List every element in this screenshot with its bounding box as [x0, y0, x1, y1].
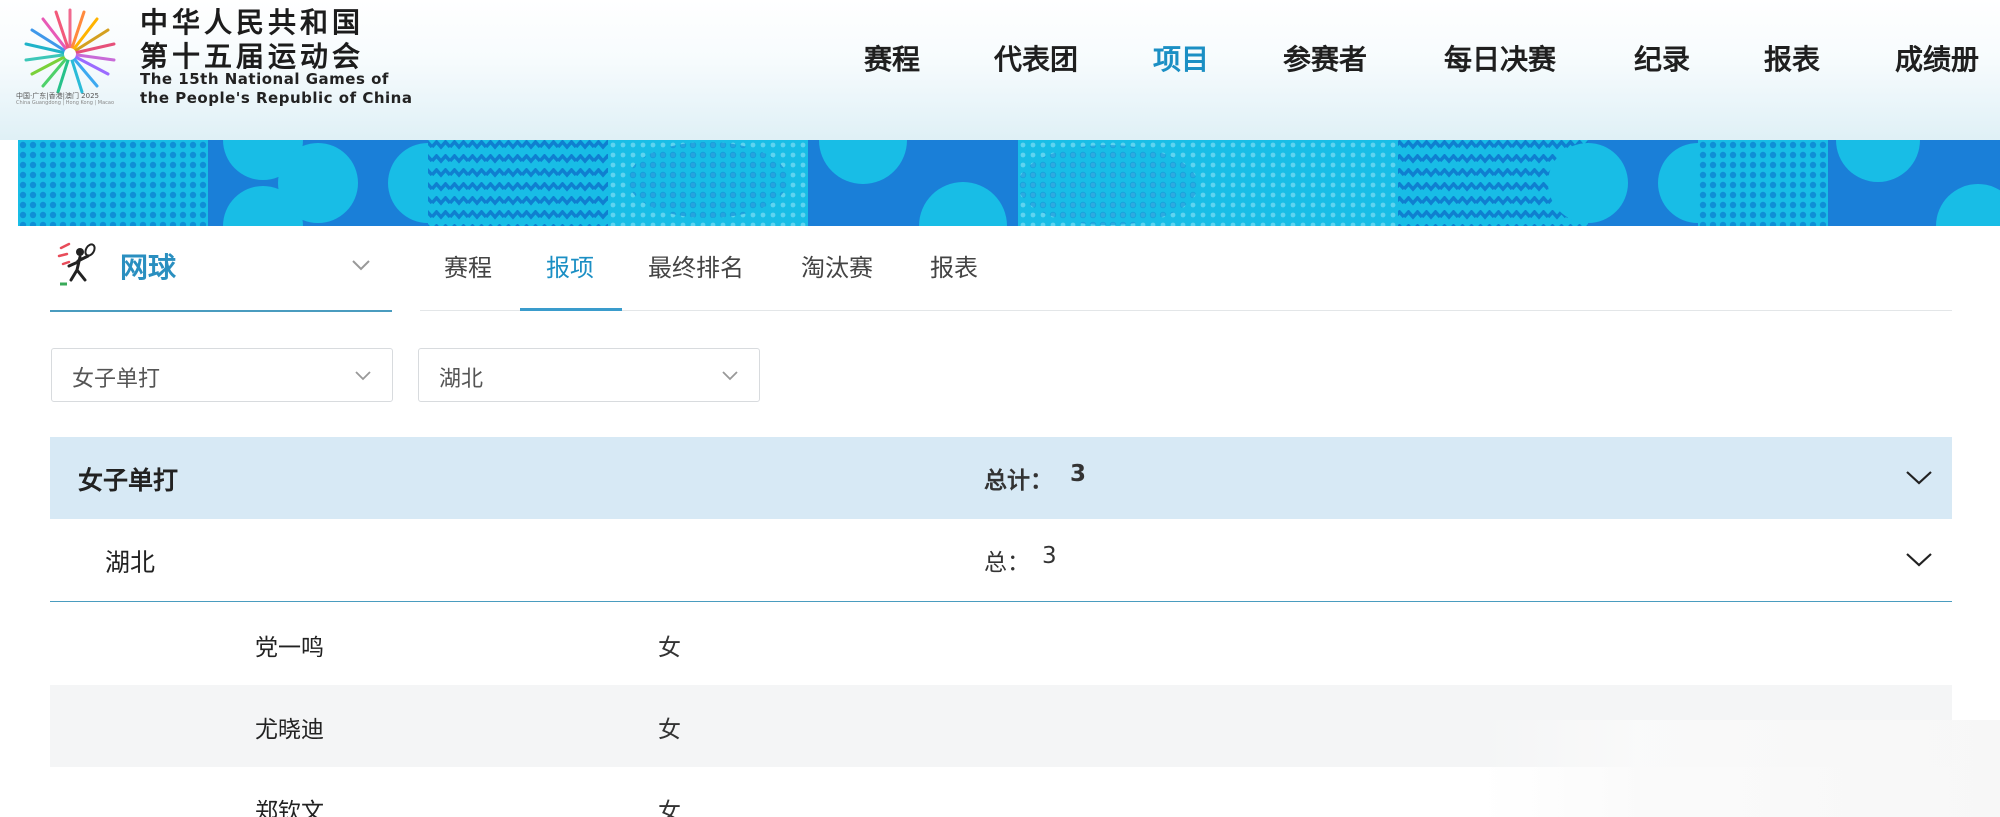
- athlete-name[interactable]: 郑钦文: [255, 792, 324, 817]
- chevron-down-icon: [355, 371, 371, 381]
- chevron-down-icon[interactable]: [1904, 465, 1934, 489]
- event-group-header[interactable]: 女子单打 总计： 3: [50, 437, 1952, 519]
- tab-final-ranking[interactable]: 最终排名: [648, 248, 744, 283]
- delegation-group-header[interactable]: 湖北 总： 3: [50, 519, 1952, 602]
- event-total-value: 3: [1070, 461, 1087, 487]
- tab-reports[interactable]: 报表: [930, 248, 978, 283]
- logo-subtitle: 中国·广东|香港|澳门 2025 China Guangdong | Hong …: [16, 92, 126, 108]
- chevron-down-icon: [352, 260, 370, 271]
- banner-pattern: [18, 140, 2000, 226]
- nav-item-results-book[interactable]: 成绩册: [1895, 38, 1979, 82]
- main-nav: 赛程 代表团 项目 参赛者 每日决赛 纪录 报表 成绩册: [0, 38, 2000, 88]
- nav-item-records[interactable]: 纪录: [1634, 38, 1690, 82]
- tab-knockout[interactable]: 淘汰赛: [801, 248, 873, 283]
- athlete-gender: 女: [658, 635, 681, 661]
- event-group-title: 女子单打: [78, 466, 179, 495]
- delegation-filter-select[interactable]: 湖北: [418, 348, 760, 402]
- sport-name: 网球: [120, 251, 177, 284]
- site-title-en-line2: the People's Republic of China: [140, 89, 413, 107]
- delegation-group-title: 湖北: [105, 548, 156, 577]
- athlete-name[interactable]: 尤晓迪: [255, 710, 324, 744]
- table-row: 党一鸣 女: [50, 603, 1952, 685]
- athlete-name[interactable]: 党一鸣: [255, 628, 324, 662]
- active-tab-indicator: [520, 308, 622, 311]
- sport-selector[interactable]: 网球: [50, 238, 392, 312]
- site-title-cn-line1: 中华人民共和国: [140, 6, 365, 39]
- logo-subtitle-cn: 中国·广东|香港|澳门 2025: [16, 92, 99, 100]
- page: 中国·广东|香港|澳门 2025 China Guangdong | Hong …: [0, 0, 2000, 817]
- tab-schedule[interactable]: 赛程: [444, 248, 492, 283]
- sport-banner: [18, 140, 2000, 226]
- delegation-filter-value: 湖北: [439, 367, 484, 392]
- athlete-gender: 女: [658, 799, 681, 817]
- logo-subtitle-en: China Guangdong | Hong Kong | Macao: [16, 100, 115, 106]
- nav-item-reports[interactable]: 报表: [1764, 38, 1820, 82]
- chevron-down-icon[interactable]: [1904, 547, 1934, 571]
- nav-item-daily-finals[interactable]: 每日决赛: [1444, 38, 1556, 82]
- corner-fade-overlay: [1480, 720, 2000, 817]
- nav-item-delegations[interactable]: 代表团: [994, 38, 1078, 82]
- delegation-total-label: 总：: [984, 550, 1030, 576]
- site-header: 中国·广东|香港|澳门 2025 China Guangdong | Hong …: [0, 0, 2000, 140]
- chevron-down-icon: [722, 371, 738, 381]
- tennis-player-icon: [57, 242, 96, 286]
- tab-entries[interactable]: 报项: [546, 248, 594, 283]
- event-filter-select[interactable]: 女子单打: [51, 348, 393, 402]
- nav-item-schedule[interactable]: 赛程: [864, 38, 920, 82]
- event-total-label: 总计：: [984, 468, 1053, 494]
- athlete-gender: 女: [658, 717, 681, 743]
- event-filter-value: 女子单打: [72, 367, 161, 392]
- tabs-divider: [420, 310, 1952, 311]
- delegation-total-value: 3: [1042, 543, 1057, 569]
- nav-item-sports[interactable]: 项目: [1153, 38, 1209, 82]
- nav-item-participants[interactable]: 参赛者: [1283, 38, 1367, 82]
